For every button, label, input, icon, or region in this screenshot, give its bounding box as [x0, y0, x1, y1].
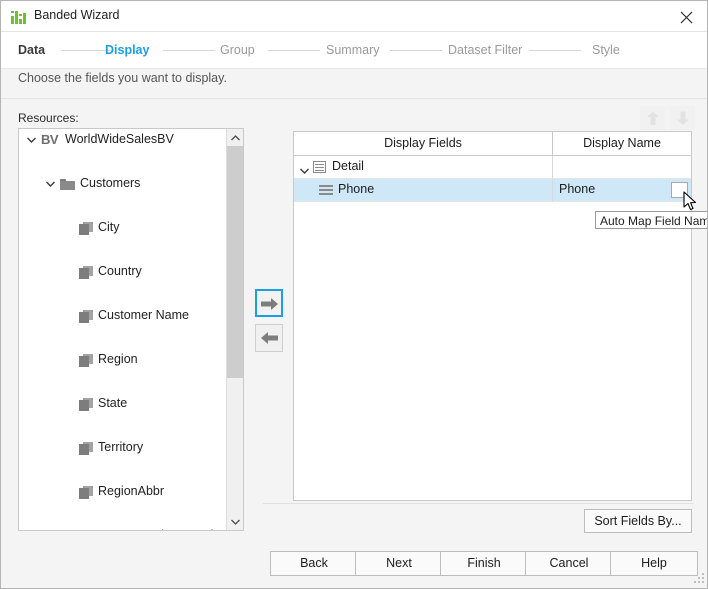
bv-icon: BV — [41, 132, 58, 147]
cube-icon — [79, 530, 93, 531]
grid-cell-display-name[interactable]: Phone — [553, 179, 691, 202]
title-bar: Banded Wizard — [1, 1, 708, 32]
lines-icon — [319, 185, 333, 196]
bar-chart-icon — [11, 9, 27, 24]
tree-item-region[interactable]: Region — [19, 349, 226, 371]
row-field-label: Phone — [338, 182, 374, 196]
arrow-down-icon — [676, 111, 690, 126]
scroll-down-icon[interactable] — [227, 513, 243, 530]
folder-icon — [60, 179, 75, 190]
tree-item-label: Territory — [98, 440, 143, 454]
column-header-display-name[interactable]: Display Name — [553, 132, 691, 155]
arrow-right-icon — [261, 297, 279, 311]
cancel-button[interactable]: Cancel — [525, 551, 613, 576]
tree-scrollbar[interactable] — [226, 129, 243, 530]
step-summary[interactable]: Summary — [326, 43, 379, 57]
arrow-up-icon — [646, 111, 660, 126]
cube-icon — [79, 486, 93, 499]
scroll-up-icon[interactable] — [227, 129, 243, 146]
finish-button[interactable]: Finish — [440, 551, 528, 576]
instruction-text: Choose the fields you want to display. — [18, 71, 227, 85]
scrollbar-thumb[interactable] — [227, 146, 243, 378]
grid-header: Display Fields Display Name — [294, 132, 691, 156]
mouse-cursor — [683, 191, 697, 211]
help-button[interactable]: Help — [610, 551, 698, 576]
move-down-button[interactable] — [670, 106, 695, 130]
tree-item-customercitystatezip[interactable]: CustomerCityStateZip — [19, 525, 226, 531]
tooltip: Auto Map Field Name — [595, 211, 708, 229]
tree-item-label: CustomerCityStateZip — [98, 528, 220, 531]
resources-tree[interactable]: BV WorldWideSalesBV Customers City Country Cu… — [18, 128, 244, 531]
step-connector — [529, 50, 581, 51]
step-connector — [268, 50, 320, 51]
step-group[interactable]: Group — [220, 43, 255, 57]
chevron-down-icon[interactable] — [300, 164, 309, 172]
cube-icon — [79, 398, 93, 411]
row-field-label: Detail — [332, 159, 364, 173]
step-display[interactable]: Display — [105, 43, 149, 57]
remove-field-button[interactable] — [255, 324, 283, 352]
step-data[interactable]: Data — [18, 43, 45, 57]
cube-icon — [79, 222, 93, 235]
chevron-down-icon[interactable] — [46, 180, 55, 189]
back-button[interactable]: Back — [270, 551, 358, 576]
tree-item-label: Region — [98, 352, 138, 366]
tree-item-worldwidesalesbv[interactable]: BV WorldWideSalesBV — [19, 129, 226, 151]
tree-item-label: City — [98, 220, 120, 234]
column-header-display-fields[interactable]: Display Fields — [294, 132, 553, 155]
tree-item-label: State — [98, 396, 127, 410]
tree-item-label: WorldWideSalesBV — [65, 132, 174, 146]
tree-item-label: Customer Name — [98, 308, 189, 322]
step-dataset-filter[interactable]: Dataset Filter — [448, 43, 522, 57]
tree-item-country[interactable]: Country — [19, 261, 226, 283]
table-icon — [313, 161, 326, 173]
add-field-button[interactable] — [255, 289, 283, 317]
arrow-left-icon — [260, 331, 278, 345]
table-row[interactable]: Phone Phone — [294, 179, 691, 202]
tree-item-state[interactable]: State — [19, 393, 226, 415]
grid-cell-field[interactable]: Phone — [294, 179, 553, 202]
next-button[interactable]: Next — [355, 551, 443, 576]
move-up-button[interactable] — [640, 106, 665, 130]
tree-item-city[interactable]: City — [19, 217, 226, 239]
close-icon[interactable] — [664, 1, 708, 31]
cube-icon — [79, 354, 93, 367]
tree-item-label: RegionAbbr — [98, 484, 164, 498]
tree-item-territory[interactable]: Territory — [19, 437, 226, 459]
display-fields-grid[interactable]: Display Fields Display Name Detail Phone… — [293, 131, 692, 501]
tree-item-customer-name[interactable]: Customer Name — [19, 305, 226, 327]
resize-grip[interactable] — [692, 573, 705, 586]
window-title: Banded Wizard — [34, 8, 119, 22]
tree-list: BV WorldWideSalesBV Customers City Country Cu… — [19, 129, 226, 525]
step-style[interactable]: Style — [592, 43, 620, 57]
tree-item-customers[interactable]: Customers — [19, 173, 226, 195]
resources-label: Resources: — [18, 111, 79, 125]
table-row[interactable]: Detail — [294, 156, 691, 179]
step-connector — [163, 50, 215, 51]
tree-item-regionabbr[interactable]: RegionAbbr — [19, 481, 226, 503]
cube-icon — [79, 310, 93, 323]
cube-icon — [79, 266, 93, 279]
tree-item-label: Country — [98, 264, 142, 278]
wizard-steps: Data Display Group Summary Dataset Filte… — [1, 32, 708, 69]
banded-wizard-dialog: Banded Wizard Data Display Group Summary… — [0, 0, 708, 589]
row-display-name: Phone — [559, 182, 595, 196]
tree-item-label: Customers — [80, 176, 140, 190]
footer-divider — [263, 503, 693, 504]
step-connector — [390, 50, 442, 51]
chevron-down-icon[interactable] — [27, 136, 36, 145]
sort-fields-by-button[interactable]: Sort Fields By... — [584, 509, 692, 533]
cube-icon — [79, 442, 93, 455]
grid-cell-field[interactable]: Detail — [294, 156, 553, 179]
grid-cell-display-name[interactable] — [553, 156, 691, 179]
